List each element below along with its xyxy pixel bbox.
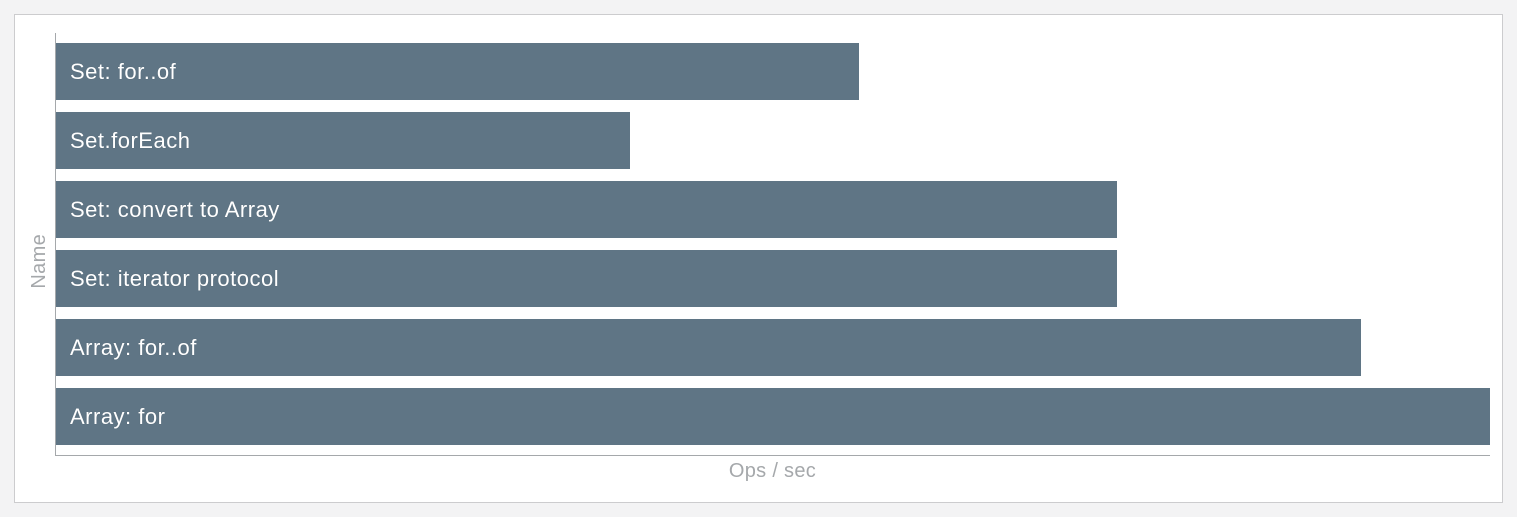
bar-row: Set: convert to Array (56, 175, 1490, 244)
bar-label: Set.forEach (56, 128, 190, 154)
bar-label: Set: for..of (56, 59, 176, 85)
y-axis: Name (23, 33, 55, 490)
bar-label: Array: for..of (56, 335, 197, 361)
bar: Set.forEach (56, 112, 630, 169)
bar: Set: iterator protocol (56, 250, 1117, 307)
bar-row: Array: for (56, 382, 1490, 451)
bar: Array: for..of (56, 319, 1361, 376)
bar-label: Set: convert to Array (56, 197, 280, 223)
plot-area: Set: for..of Set.forEach Set: convert to A… (55, 33, 1490, 456)
bar-label: Array: for (56, 404, 165, 430)
bar-row: Set: iterator protocol (56, 244, 1490, 313)
bar-row: Set: for..of (56, 37, 1490, 106)
bar-row: Set.forEach (56, 106, 1490, 175)
bar: Set: convert to Array (56, 181, 1117, 238)
chart-panel: Name Set: for..of Set.forEach Set: convert… (14, 14, 1503, 503)
plot-column: Set: for..of Set.forEach Set: convert to A… (55, 33, 1490, 490)
x-axis-label: Ops / sec (729, 460, 816, 483)
bar-row: Array: for..of (56, 313, 1490, 382)
page: Name Set: for..of Set.forEach Set: convert… (0, 0, 1517, 517)
bar: Array: for (56, 388, 1490, 445)
x-axis: Ops / sec (55, 456, 1490, 490)
bar-label: Set: iterator protocol (56, 266, 279, 292)
bar: Set: for..of (56, 43, 859, 100)
y-axis-label: Name (28, 234, 51, 289)
